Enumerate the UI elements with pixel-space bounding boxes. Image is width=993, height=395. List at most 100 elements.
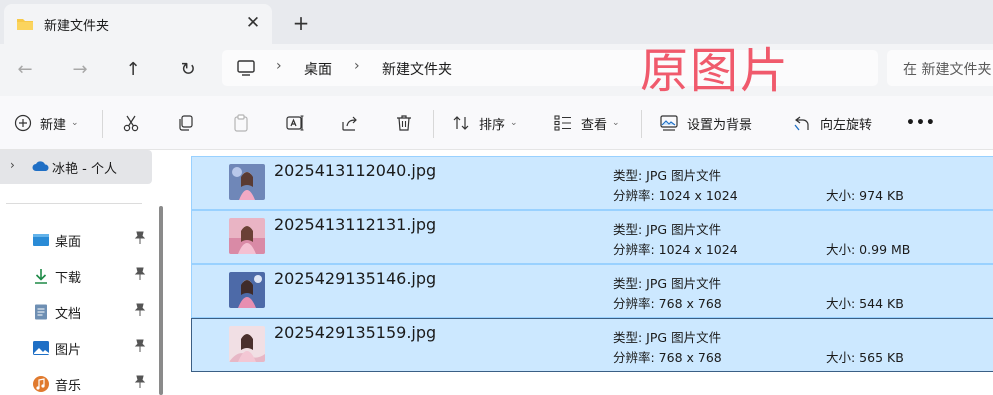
tab-bar: 新建文件夹 ✕ + [0, 0, 993, 44]
rotate-left-button[interactable]: 向左旋转 [792, 110, 872, 136]
file-name: 2025413112131.jpg [274, 215, 437, 234]
new-button[interactable]: 新建 ⌄ [14, 110, 79, 136]
cut-button[interactable] [121, 110, 141, 136]
new-tab-button[interactable]: + [288, 10, 314, 36]
view-icon [554, 115, 571, 131]
document-icon [35, 304, 47, 320]
file-name: 2025413112040.jpg [274, 161, 437, 180]
new-label: 新建 [40, 117, 67, 133]
sort-label: 排序 [479, 117, 506, 133]
back-button[interactable]: ← [11, 56, 39, 84]
sidebar-item-label: 音乐 [55, 379, 82, 394]
copy-icon [179, 115, 193, 131]
sidebar-item-pictures[interactable]: 图片 [0, 332, 152, 364]
desktop-icon [33, 234, 49, 246]
file-resolution: 分辨率: 1024 x 1024 [613, 188, 738, 203]
file-row[interactable]: 2025429135159.jpg 类型: JPG 图片文件 分辨率: 768 … [191, 318, 993, 372]
image-thumbnail [229, 218, 265, 254]
sidebar-item-documents[interactable]: 文档 [0, 296, 152, 328]
toolbar-divider [641, 110, 642, 138]
file-name: 2025429135146.jpg [274, 269, 437, 288]
more-icon: ••• [906, 115, 936, 131]
copy-button[interactable] [176, 110, 196, 136]
pin-icon[interactable] [134, 231, 146, 245]
rotate-left-icon [794, 116, 809, 131]
file-list: 2025413112040.jpg 类型: JPG 图片文件 分辨率: 1024… [172, 150, 993, 395]
address-bar[interactable]: › 桌面 › 新建文件夹 原图片 [222, 44, 878, 98]
toolbar-divider [102, 110, 103, 138]
file-type: 类型: JPG 图片文件 [613, 276, 722, 291]
sidebar-item-label: 下载 [55, 271, 82, 286]
command-bar: 新建 ⌄ 排序 ⌄ 查看 ⌄ 设置为背景 向左旋转 ••• [0, 96, 993, 150]
file-row[interactable]: 2025429135146.jpg 类型: JPG 图片文件 分辨率: 768 … [191, 264, 993, 318]
paste-icon [234, 114, 248, 132]
sidebar-item-desktop[interactable]: 桌面 [0, 224, 152, 256]
set-as-background-button[interactable]: 设置为背景 [659, 110, 752, 136]
sidebar-scrollbar[interactable] [159, 206, 163, 395]
search-input[interactable]: 在 新建文件夹 [903, 59, 991, 79]
file-type: 类型: JPG 图片文件 [613, 168, 722, 183]
overlay-label: 原图片 [640, 43, 791, 99]
up-button[interactable]: ↑ [119, 56, 147, 84]
plus-circle-icon [14, 114, 32, 132]
toolbar-divider [433, 110, 434, 138]
tab-new-folder[interactable]: 新建文件夹 ✕ [4, 4, 272, 44]
forward-button[interactable]: → [66, 56, 94, 84]
download-icon [35, 269, 47, 284]
address-row: ← → ↑ ↻ › 桌面 › 新建文件夹 原图片 在 新建文件夹 [0, 44, 993, 98]
chevron-down-icon: ⌄ [612, 118, 620, 128]
file-resolution: 分辨率: 768 x 768 [613, 296, 722, 311]
pin-icon[interactable] [134, 267, 146, 281]
search-box[interactable]: 在 新建文件夹 [887, 50, 993, 86]
file-size: 大小: 0.99 MB [826, 242, 911, 257]
chevron-right-icon[interactable]: › [10, 158, 15, 172]
refresh-button[interactable]: ↻ [174, 56, 202, 84]
sort-button[interactable]: 排序 ⌄ [451, 110, 518, 136]
image-thumbnail [229, 272, 265, 308]
file-resolution: 分辨率: 768 x 768 [613, 350, 722, 365]
file-row[interactable]: 2025413112040.jpg 类型: JPG 图片文件 分辨率: 1024… [191, 156, 993, 210]
sidebar-item-label: 冰艳 - 个人 [52, 162, 117, 177]
more-options-button[interactable]: ••• [906, 110, 936, 136]
pin-icon[interactable] [134, 339, 146, 353]
close-tab-button[interactable]: ✕ [242, 12, 264, 34]
set-background-icon [660, 115, 678, 131]
tab-title: 新建文件夹 [44, 19, 110, 34]
view-button[interactable]: 查看 ⌄ [553, 110, 620, 136]
sidebar-divider [6, 203, 142, 204]
pin-icon[interactable] [134, 303, 146, 317]
sidebar-item-music[interactable]: 音乐 [0, 368, 152, 395]
share-icon [342, 116, 357, 131]
sidebar-item-downloads[interactable]: 下载 [0, 260, 152, 292]
file-row[interactable]: 2025413112131.jpg 类型: JPG 图片文件 分辨率: 1024… [191, 210, 993, 264]
navigation-pane: › 冰艳 - 个人 桌面 下载 文档 图片 音乐 [0, 150, 170, 395]
file-resolution: 分辨率: 1024 x 1024 [613, 242, 738, 257]
chevron-down-icon: ⌄ [71, 118, 79, 128]
share-button[interactable] [340, 110, 360, 136]
rename-button[interactable] [285, 110, 305, 136]
file-name: 2025429135159.jpg [274, 323, 437, 342]
image-thumbnail [229, 164, 265, 200]
rename-icon [286, 115, 304, 131]
cloud-icon [32, 161, 49, 171]
file-size: 大小: 565 KB [826, 350, 904, 365]
music-icon [33, 376, 49, 392]
pin-icon[interactable] [134, 375, 146, 389]
sidebar-item-label: 图片 [55, 343, 82, 358]
file-type: 类型: JPG 图片文件 [613, 222, 722, 237]
sort-icon [453, 116, 469, 130]
rotate-left-label: 向左旋转 [820, 117, 873, 133]
sidebar-item-onedrive[interactable]: › 冰艳 - 个人 [0, 150, 152, 184]
chevron-down-icon: ⌄ [510, 118, 518, 128]
scissors-icon [123, 115, 139, 132]
paste-button[interactable] [231, 110, 251, 136]
set-background-label: 设置为背景 [687, 117, 753, 133]
file-size: 大小: 544 KB [826, 296, 904, 311]
trash-icon [397, 115, 411, 131]
breadcrumb-new-folder[interactable]: 新建文件夹 [382, 59, 452, 79]
delete-button[interactable] [394, 110, 414, 136]
folder-icon [17, 19, 33, 30]
image-thumbnail [229, 326, 265, 362]
sidebar-item-label: 桌面 [55, 235, 82, 250]
breadcrumb-desktop[interactable]: 桌面 [304, 59, 332, 79]
